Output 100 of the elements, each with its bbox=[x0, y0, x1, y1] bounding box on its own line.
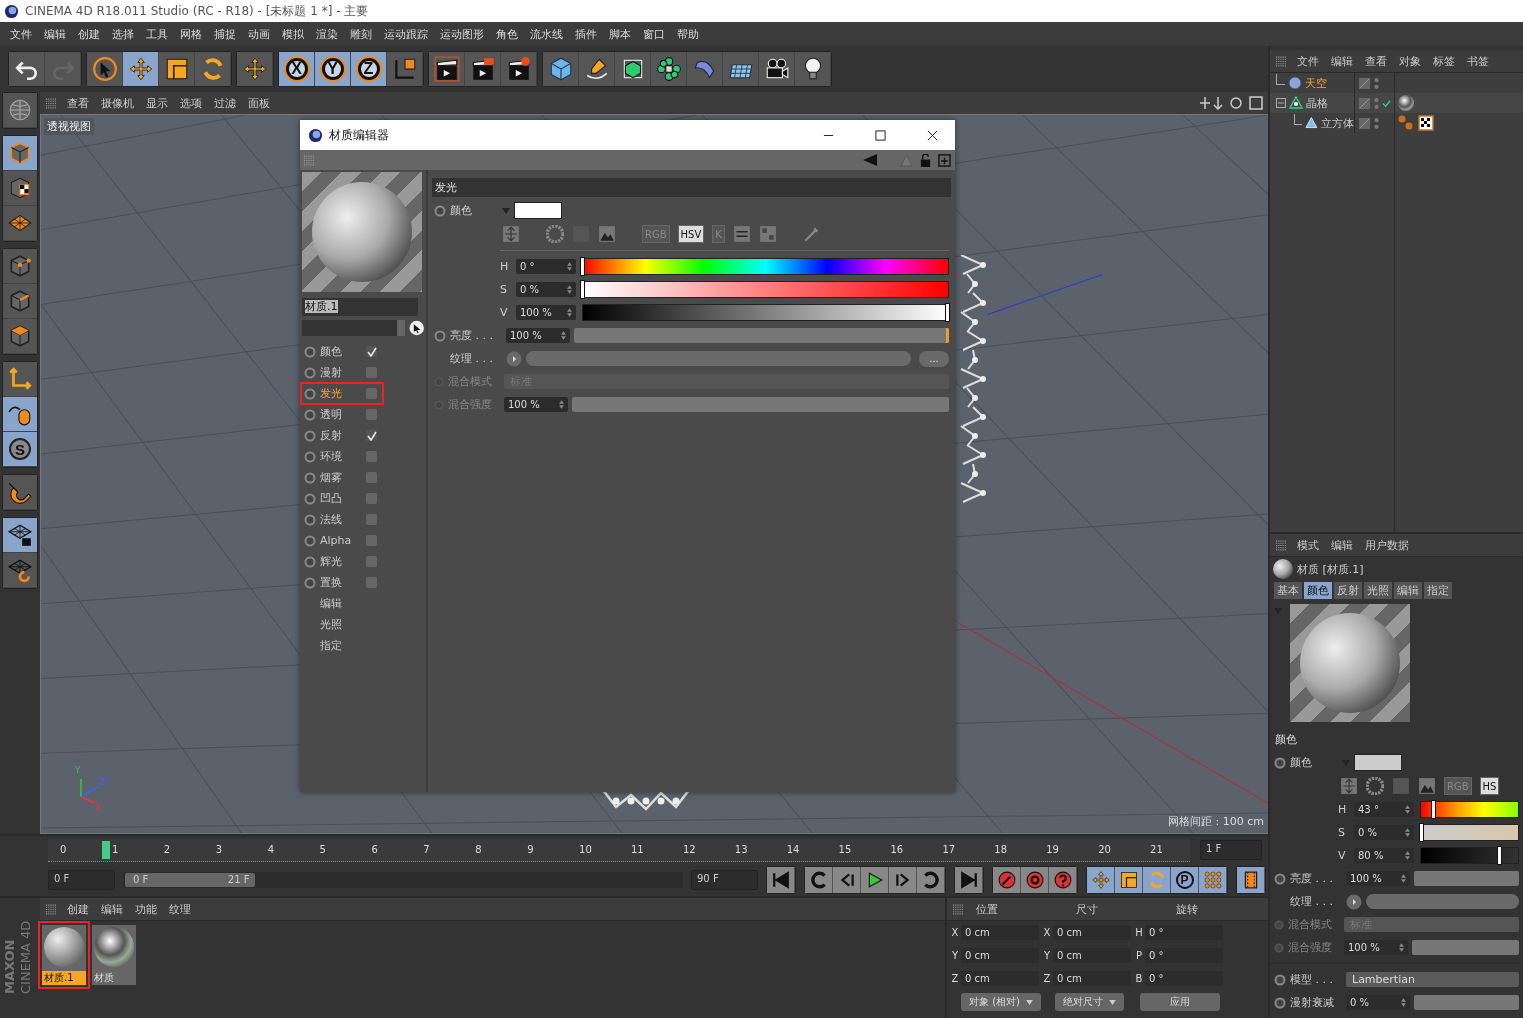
end-frame-field[interactable]: 90 F bbox=[691, 870, 758, 890]
menu-item[interactable]: 编辑 bbox=[95, 901, 129, 917]
menu-item[interactable]: 文件 bbox=[1291, 53, 1325, 69]
grip-icon[interactable] bbox=[1276, 539, 1287, 551]
menu-item[interactable]: 捕捉 bbox=[208, 26, 242, 42]
object-name[interactable]: 天空 bbox=[1305, 75, 1327, 91]
spinner-arrows-icon[interactable] bbox=[1405, 805, 1410, 814]
slider-thumb[interactable] bbox=[945, 303, 950, 322]
rotation-field[interactable]: 0 ° bbox=[1145, 971, 1223, 986]
menu-item[interactable]: 纹理 bbox=[163, 901, 197, 917]
spinner-arrows-icon[interactable] bbox=[559, 400, 564, 409]
slider-thumb[interactable] bbox=[1496, 846, 1502, 865]
spinner-arrows-icon[interactable] bbox=[567, 308, 572, 317]
slider-track[interactable] bbox=[572, 397, 949, 412]
tab[interactable]: 基本 bbox=[1273, 581, 1303, 600]
axis-tool-button[interactable]: Z bbox=[351, 52, 387, 86]
channel-item[interactable]: 烟雾 bbox=[302, 468, 382, 487]
checkbox[interactable] bbox=[366, 346, 377, 357]
slider-track[interactable] bbox=[1414, 871, 1519, 886]
scale-key-button[interactable] bbox=[1115, 867, 1143, 893]
checkbox[interactable] bbox=[366, 556, 377, 567]
layer-icon[interactable] bbox=[1358, 116, 1371, 130]
axis-tool-button[interactable]: X bbox=[279, 52, 315, 86]
menu-item[interactable]: 插件 bbox=[569, 26, 603, 42]
points-mode-button[interactable] bbox=[3, 249, 37, 284]
record-key-button[interactable] bbox=[993, 867, 1021, 893]
channel-item[interactable]: 颜色 bbox=[302, 342, 382, 361]
key-help-button[interactable] bbox=[1049, 867, 1077, 893]
menu-item[interactable]: 运动图形 bbox=[434, 26, 490, 42]
layer-icon[interactable] bbox=[1358, 96, 1371, 110]
color-slider[interactable] bbox=[582, 281, 949, 298]
checkbox[interactable] bbox=[366, 577, 377, 588]
slider-thumb[interactable] bbox=[580, 257, 585, 276]
menu-item[interactable]: 面板 bbox=[242, 95, 276, 111]
tab[interactable]: 颜色 bbox=[1303, 581, 1333, 600]
menu-item[interactable]: 雕刻 bbox=[344, 26, 378, 42]
menu-item[interactable]: 编辑 bbox=[1325, 53, 1359, 69]
tweak-mode-button[interactable] bbox=[3, 397, 37, 432]
checkmark-icon[interactable] bbox=[1382, 98, 1391, 108]
value-field[interactable]: 0 ° bbox=[516, 259, 576, 274]
spinner-arrows-icon[interactable] bbox=[561, 331, 566, 340]
visibility-dots-icon[interactable] bbox=[1374, 96, 1379, 110]
material-name-field[interactable]: 材质.1 bbox=[302, 298, 418, 316]
position-field[interactable]: 0 cm bbox=[961, 925, 1039, 940]
next-frame-button[interactable] bbox=[889, 867, 917, 893]
model-dropdown[interactable]: Lambertian bbox=[1346, 972, 1519, 987]
playhead-marker[interactable] bbox=[101, 840, 110, 859]
visibility-dots-icon[interactable] bbox=[1374, 116, 1379, 130]
slider-track[interactable] bbox=[574, 328, 949, 343]
menu-item[interactable]: 文件 bbox=[4, 26, 38, 42]
color-mode-button[interactable]: HS bbox=[1479, 777, 1500, 795]
spinner-arrows-icon[interactable] bbox=[567, 285, 572, 294]
rotate-key-button[interactable] bbox=[1143, 867, 1171, 893]
menu-item[interactable]: 编辑 bbox=[38, 26, 72, 42]
size-field[interactable]: 0 cm bbox=[1053, 925, 1131, 940]
channel-item[interactable]: 法线 bbox=[302, 510, 382, 529]
cursor-icon[interactable] bbox=[408, 320, 424, 336]
add-tool-button[interactable] bbox=[237, 52, 273, 86]
channel-item[interactable]: 指定 bbox=[302, 636, 382, 655]
menu-item[interactable]: 模拟 bbox=[276, 26, 310, 42]
menu-item[interactable]: 运动跟踪 bbox=[378, 26, 434, 42]
frame-range-slider[interactable]: 0 F 21 F bbox=[125, 873, 256, 887]
object-name[interactable]: 立方体 bbox=[1321, 115, 1354, 131]
model-mode-button[interactable] bbox=[3, 136, 37, 171]
select-tool-button[interactable] bbox=[87, 52, 123, 86]
size-field[interactable]: 0 cm bbox=[1053, 971, 1131, 986]
expand-button[interactable] bbox=[506, 350, 522, 367]
checkbox[interactable] bbox=[366, 367, 377, 378]
color-slider[interactable] bbox=[1420, 847, 1519, 864]
tab[interactable]: 指定 bbox=[1423, 581, 1453, 600]
size-mode-dropdown[interactable]: 绝对尺寸 bbox=[1055, 993, 1124, 1011]
menu-item[interactable]: 标签 bbox=[1427, 53, 1461, 69]
points-key-button[interactable] bbox=[1199, 867, 1227, 893]
menu-item[interactable]: 对象 bbox=[1393, 53, 1427, 69]
go-to-end-button[interactable] bbox=[955, 867, 983, 893]
tab[interactable]: 编辑 bbox=[1393, 581, 1423, 600]
new-panel-icon[interactable] bbox=[938, 153, 951, 167]
menu-item[interactable]: 查看 bbox=[61, 95, 95, 111]
axismode-mode-button[interactable] bbox=[3, 362, 37, 397]
apply-button[interactable]: 应用 bbox=[1140, 993, 1220, 1011]
checkbox[interactable] bbox=[366, 388, 377, 399]
previous-frame-button[interactable] bbox=[833, 867, 861, 893]
checkbox[interactable] bbox=[366, 493, 377, 504]
snap-mode-button[interactable]: S bbox=[3, 432, 37, 467]
navigation-icons[interactable] bbox=[1200, 96, 1264, 110]
slider-thumb[interactable] bbox=[1430, 800, 1436, 819]
swatches-icon[interactable] bbox=[758, 225, 777, 243]
spinner-arrows-icon[interactable] bbox=[1399, 943, 1404, 952]
timeline-button[interactable] bbox=[1237, 867, 1265, 893]
channel-item[interactable]: 编辑 bbox=[302, 594, 382, 613]
coordinate-mode-dropdown[interactable]: 对象 (相对) bbox=[961, 993, 1041, 1011]
value-field[interactable]: 0 % bbox=[1354, 825, 1414, 840]
channel-item[interactable]: 反射 bbox=[302, 426, 382, 445]
value-field[interactable]: 80 % bbox=[1354, 848, 1414, 863]
spinner-arrows-icon[interactable] bbox=[1401, 998, 1406, 1007]
param-key-button[interactable]: P bbox=[1171, 867, 1199, 893]
checkbox[interactable] bbox=[366, 409, 377, 420]
material-tag-icon[interactable] bbox=[1398, 95, 1414, 111]
value-field[interactable]: 0 % bbox=[516, 282, 576, 297]
spinner-arrows-icon[interactable] bbox=[1405, 828, 1410, 837]
